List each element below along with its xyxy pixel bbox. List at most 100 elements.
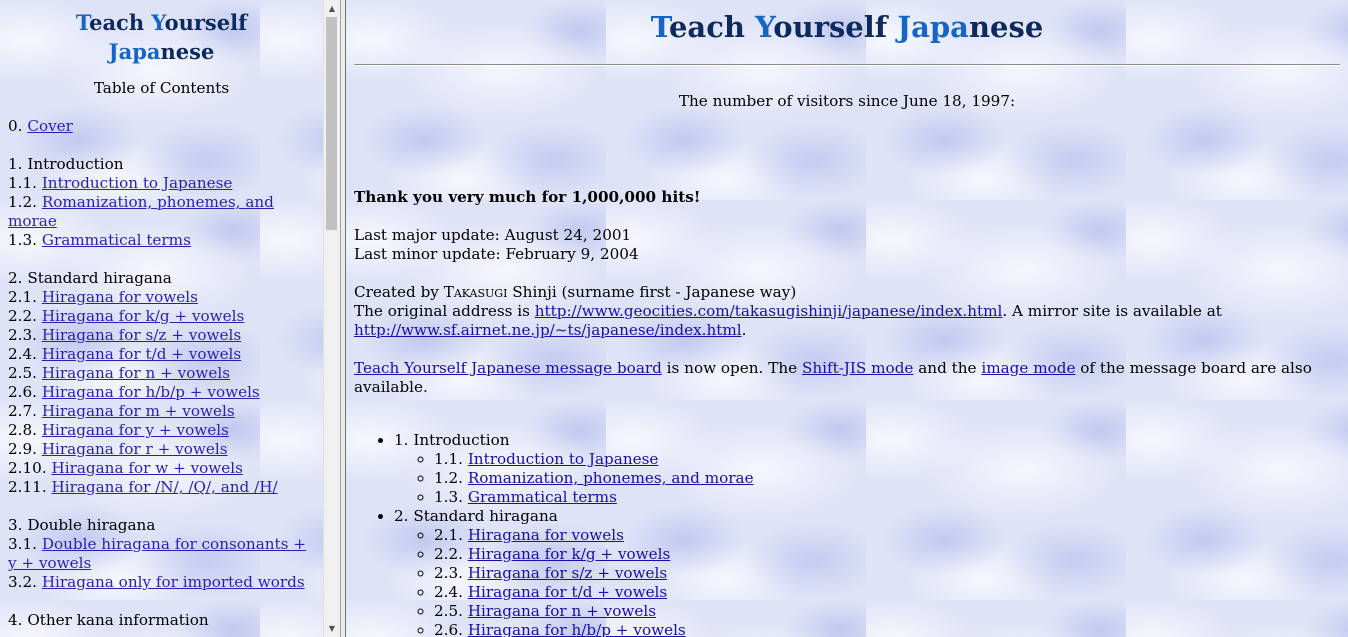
toc-link[interactable]: Hiragana for k/g + vowels bbox=[42, 307, 245, 325]
toc-item-number: 2.2. bbox=[8, 307, 37, 325]
page-title: Teach Yourself Japanese bbox=[354, 9, 1340, 45]
toc-link[interactable]: Hiragana for s/z + vowels bbox=[42, 326, 241, 344]
title-letter: Y bbox=[151, 10, 165, 35]
toc-item: 2.10. Hiragana for w + vowels bbox=[8, 459, 315, 478]
toc-item-number: 1.3. bbox=[8, 231, 37, 249]
last-major-update: Last major update: August 24, 2001 bbox=[354, 226, 632, 244]
board-text: and the bbox=[913, 359, 982, 377]
toc-item-number: 2.3. bbox=[8, 326, 37, 344]
message-board-link[interactable]: Teach Yourself Japanese message board bbox=[354, 359, 662, 377]
outline-item-number: 2.4. bbox=[434, 583, 463, 601]
toc-link[interactable]: Hiragana for vowels bbox=[42, 288, 198, 306]
toc-link[interactable]: Hiragana for w + vowels bbox=[51, 459, 242, 477]
mirror-label: . A mirror site is available at bbox=[1002, 302, 1222, 320]
outline-link[interactable]: Hiragana for vowels bbox=[468, 526, 624, 544]
toc-item: 2.6. Hiragana for h/b/p + vowels bbox=[8, 383, 315, 402]
toc-link[interactable]: Hiragana for r + vowels bbox=[42, 440, 228, 458]
toc-item: 1.3. Grammatical terms bbox=[8, 231, 315, 250]
outline-item: 2.6. Hiragana for h/b/p + vowels bbox=[434, 621, 1340, 637]
title-divider bbox=[354, 64, 1340, 66]
outline-link[interactable]: Hiragana for n + vowels bbox=[468, 602, 656, 620]
outline-sublist: 2.1. Hiragana for vowels 2.2. Hiragana f… bbox=[394, 526, 1340, 637]
toc-link[interactable]: Hiragana for n + vowels bbox=[42, 364, 230, 382]
toc-heading: Table of Contents bbox=[93, 79, 230, 97]
outline-link[interactable]: Grammatical terms bbox=[468, 488, 617, 506]
toc-link[interactable]: Romanization, phonemes, and morae bbox=[8, 193, 274, 230]
outline-item: 2.1. Hiragana for vowels bbox=[434, 526, 1340, 545]
mirror-site-link[interactable]: http://www.sf.airnet.ne.jp/~ts/japanese/… bbox=[354, 321, 742, 339]
toc-item-number: 2.5. bbox=[8, 364, 37, 382]
toc-site-title: Teach Yourself Japanese bbox=[8, 8, 315, 66]
toc-link[interactable]: Double hiragana for consonants + y + vow… bbox=[8, 535, 306, 572]
toc-item: 1.1. Introduction to Japanese bbox=[8, 174, 315, 193]
toc-item: 2.2. Hiragana for k/g + vowels bbox=[8, 307, 315, 326]
outline-link[interactable]: Introduction to Japanese bbox=[468, 450, 659, 468]
toc-item-number: 2.6. bbox=[8, 383, 37, 401]
toc-link[interactable]: Introduction to Japanese bbox=[42, 174, 233, 192]
original-address-link[interactable]: http://www.geocities.com/takasugishinji/… bbox=[535, 302, 1003, 320]
toc-link[interactable]: Hiragana for h/b/p + vowels bbox=[42, 383, 260, 401]
outline-link[interactable]: Hiragana for h/b/p + vowels bbox=[468, 621, 686, 637]
frameset: Teach Yourself Japanese Table of Content… bbox=[0, 0, 1348, 637]
outline-sublist: 1.1. Introduction to Japanese 1.2. Roman… bbox=[394, 450, 1340, 507]
outline-link[interactable]: Hiragana for k/g + vowels bbox=[468, 545, 671, 563]
toc-item: 1.2. Romanization, phonemes, and morae bbox=[8, 193, 315, 231]
author-surname-initial: T bbox=[443, 283, 454, 301]
toc-link[interactable]: Grammatical terms bbox=[42, 231, 191, 249]
outline-section-header: 2. Standard hiragana bbox=[394, 507, 558, 525]
visitor-counter-label: The number of visitors since June 18, 19… bbox=[678, 92, 1016, 110]
title-fragment: nese bbox=[968, 10, 1044, 44]
toc-link[interactable]: Hiragana for /N/, /Q/, and /H/ bbox=[51, 478, 277, 496]
title-letter: J bbox=[897, 10, 912, 44]
title-fragment: apa bbox=[118, 39, 161, 64]
title-fragment: apa bbox=[911, 10, 969, 44]
mirror-period: . bbox=[741, 321, 747, 339]
outline-link[interactable]: Hiragana for s/z + vowels bbox=[468, 564, 667, 582]
toc-item: 2.4. Hiragana for t/d + vowels bbox=[8, 345, 315, 364]
main-frame[interactable]: Teach Yourself Japanese The number of vi… bbox=[346, 0, 1348, 637]
outline-item: 2.4. Hiragana for t/d + vowels bbox=[434, 583, 1340, 602]
scroll-down-arrow-icon[interactable]: ▼ bbox=[324, 620, 340, 637]
image-mode-link[interactable]: image mode bbox=[981, 359, 1075, 377]
toc-item-number: 1.1. bbox=[8, 174, 37, 192]
toc-item-number: 2.10. bbox=[8, 459, 47, 477]
toc-link[interactable]: Hiragana for t/d + vowels bbox=[42, 345, 241, 363]
toc-link[interactable]: Hiragana only for imported words bbox=[42, 573, 305, 591]
outline-item: 1.1. Introduction to Japanese bbox=[434, 450, 1340, 469]
toc-link[interactable]: Hiragana for m + vowels bbox=[42, 402, 235, 420]
toc-item-number: 1.2. bbox=[8, 193, 37, 211]
toc-frame[interactable]: Teach Yourself Japanese Table of Content… bbox=[0, 0, 323, 637]
toc-scrollbar[interactable]: ▲ ▼ bbox=[323, 0, 340, 637]
outline-item: 1.2. Romanization, phonemes, and morae bbox=[434, 469, 1340, 488]
toc-link-cover[interactable]: Cover bbox=[27, 117, 73, 135]
scroll-up-arrow-icon[interactable]: ▲ bbox=[324, 0, 340, 17]
toc-section-header: 4. Other kana information bbox=[8, 611, 209, 629]
toc-item: 3.1. Double hiragana for consonants + y … bbox=[8, 535, 315, 573]
title-letter: T bbox=[650, 10, 669, 44]
title-fragment: each bbox=[668, 10, 745, 44]
outline-item-number: 2.1. bbox=[434, 526, 463, 544]
toc-item-number: 2.9. bbox=[8, 440, 37, 458]
toc-link[interactable]: Hiragana for y + vowels bbox=[42, 421, 229, 439]
shift-jis-mode-link[interactable]: Shift-JIS mode bbox=[802, 359, 913, 377]
toc-item-number: 3.2. bbox=[8, 573, 37, 591]
toc-item: 2.8. Hiragana for y + vowels bbox=[8, 421, 315, 440]
scrollbar-thumb[interactable] bbox=[326, 17, 337, 230]
title-fragment: ourself bbox=[773, 10, 888, 44]
title-letter: T bbox=[75, 10, 90, 35]
outline-item: 1.3. Grammatical terms bbox=[434, 488, 1340, 507]
outline-link[interactable]: Romanization, phonemes, and morae bbox=[468, 469, 754, 487]
contents-outline: 1. Introduction 1.1. Introduction to Jap… bbox=[354, 431, 1340, 637]
outline-item-number: 2.6. bbox=[434, 621, 463, 637]
outline-link[interactable]: Hiragana for t/d + vowels bbox=[468, 583, 667, 601]
outline-item: 2.3. Hiragana for s/z + vowels bbox=[434, 564, 1340, 583]
original-address-label: The original address is bbox=[354, 302, 535, 320]
created-by-label: Created by bbox=[354, 283, 444, 301]
toc-group-other-kana: 4. Other kana information bbox=[8, 611, 315, 630]
toc-item: 2.11. Hiragana for /N/, /Q/, and /H/ bbox=[8, 478, 315, 497]
toc-item-number: 2.1. bbox=[8, 288, 37, 306]
toc-item-number: 2.8. bbox=[8, 421, 37, 439]
outline-section-header: 1. Introduction bbox=[394, 431, 510, 449]
title-letter: Y bbox=[755, 10, 774, 44]
outline-item-number: 2.2. bbox=[434, 545, 463, 563]
